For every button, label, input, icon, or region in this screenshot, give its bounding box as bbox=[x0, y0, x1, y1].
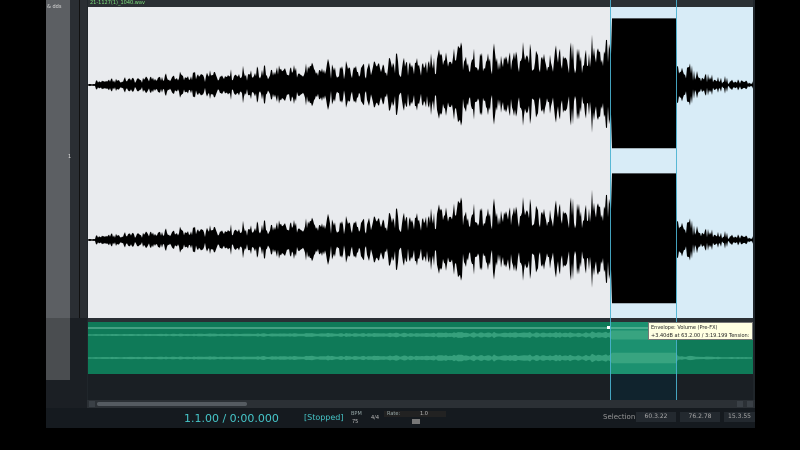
scroll-left-button[interactable] bbox=[89, 401, 95, 407]
track-label: & dds bbox=[47, 4, 62, 10]
time-signature[interactable]: 4/4 bbox=[371, 415, 379, 421]
rate-label: Rate: bbox=[387, 411, 401, 417]
waveform-channel-left bbox=[88, 18, 753, 149]
zoom-out-button[interactable] bbox=[737, 401, 743, 407]
envelope-control-panel[interactable] bbox=[46, 318, 70, 380]
horizontal-scrollbar[interactable] bbox=[87, 400, 755, 408]
rate-slider[interactable] bbox=[412, 419, 420, 424]
right-letterbox bbox=[755, 0, 800, 450]
empty-track-selection bbox=[610, 374, 676, 400]
bpm-label: BPM bbox=[351, 411, 362, 417]
waveform-channel-right bbox=[88, 173, 753, 304]
gutter-marker: 1 bbox=[68, 154, 72, 160]
daw-window: & dds 1 21-1127(1)_1040.wav Envelope: Vo… bbox=[46, 0, 755, 428]
gutter-divider bbox=[79, 0, 80, 318]
selection-label: Selection: bbox=[603, 413, 638, 421]
scrollbar-thumb[interactable] bbox=[97, 402, 247, 406]
tooltip-value: +3.40dB at 63.2.00 / 3:19.199 Tension: 0… bbox=[651, 333, 750, 339]
position-display[interactable]: 1.1.00 / 0:00.000 bbox=[184, 412, 279, 425]
selection-start-field[interactable]: 60.3.22 bbox=[636, 412, 676, 422]
rate-value: 1.0 bbox=[420, 411, 428, 417]
selection-end-field[interactable]: 76.2.78 bbox=[680, 412, 720, 422]
waveform bbox=[88, 18, 753, 304]
envelope-tooltip: Envelope: Volume (Pre-FX) +3.40dB at 63.… bbox=[648, 322, 753, 340]
selection-start-line[interactable] bbox=[610, 0, 611, 400]
bpm-value[interactable]: 75 bbox=[352, 419, 358, 425]
media-item-header[interactable] bbox=[88, 0, 753, 7]
transport-bar: 1.1.00 / 0:00.000 [Stopped] BPM 75 4/4 R… bbox=[46, 408, 755, 428]
zoom-in-button[interactable] bbox=[747, 401, 753, 407]
play-status: [Stopped] bbox=[304, 413, 344, 422]
tooltip-title: Envelope: Volume (Pre-FX) bbox=[651, 325, 718, 331]
selection-end-line[interactable] bbox=[676, 0, 677, 400]
left-letterbox bbox=[0, 0, 46, 450]
selection-length-field[interactable]: 15.3.55 bbox=[724, 412, 755, 422]
media-item-name: 21-1127(1)_1040.wav bbox=[90, 0, 145, 6]
